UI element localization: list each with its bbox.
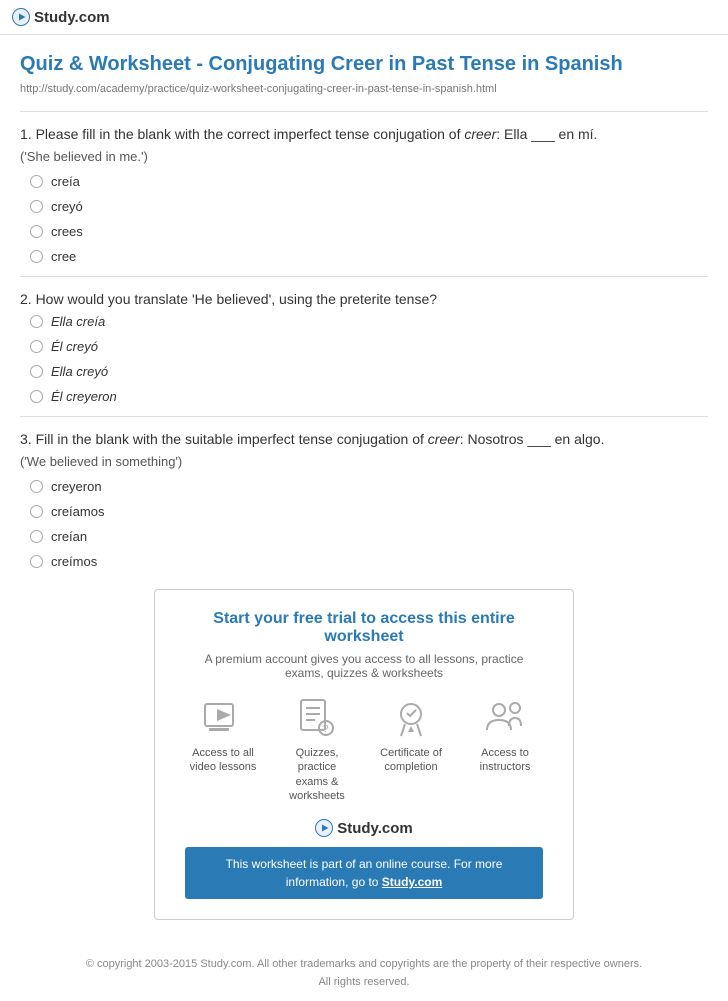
q2-option-1-label: Ella creía [51,314,105,329]
question-3: 3. Fill in the blank with the suitable i… [20,429,708,569]
q3-option-4-label: creímos [51,554,97,569]
cta-banner: This worksheet is part of an online cour… [185,847,543,899]
q1-option-4[interactable]: cree [30,249,708,264]
cta-title: Start your free trial to access this ent… [185,610,543,646]
question-1-subtext: ('She believed in me.') [20,149,708,164]
question-2-options: Ella creía Él creyó Ella creyó Él creyer… [20,314,708,404]
q3-suffix: : Nosotros ___ en algo. [460,431,605,447]
divider-top [20,111,708,112]
footer: © copyright 2003-2015 Study.com. All oth… [0,946,728,1001]
q2-text: 2. How would you translate 'He believed'… [20,291,437,307]
question-1-text: 1. Please fill in the blank with the cor… [20,124,708,145]
q3-option-1[interactable]: creyeron [30,479,708,494]
cta-banner-link[interactable]: Study.com [382,875,442,889]
q2-option-4-label: Él creyeron [51,389,117,404]
q3-option-3-label: creían [51,529,87,544]
q2-option-2[interactable]: Él creyó [30,339,708,354]
main-content: Quiz & Worksheet - Conjugating Creer in … [0,35,728,946]
q1-option-3[interactable]: crees [30,224,708,239]
footer-line2: All rights reserved. [20,974,708,992]
q2-option-3-label: Ella creyó [51,364,108,379]
cta-icon-quiz: ? Quizzes, practiceexams & worksheets [282,696,352,803]
cta-box: Start your free trial to access this ent… [154,589,574,920]
divider-q1-q2 [20,276,708,277]
cta-play-icon [315,819,333,837]
radio-q3-2[interactable] [30,505,43,518]
q1-suffix: : Ella ___ en mí. [496,126,597,142]
q3-option-4[interactable]: creímos [30,554,708,569]
cta-instructor-label: Access toinstructors [480,746,531,775]
cta-certificate-label: Certificate ofcompletion [380,746,442,775]
question-3-options: creyeron creíamos creían creímos [20,479,708,569]
radio-q3-3[interactable] [30,530,43,543]
q1-option-3-label: crees [51,224,83,239]
svg-text:?: ? [323,724,329,735]
q1-option-2[interactable]: creyó [30,199,708,214]
cta-icons-row: Access to allvideo lessons ? [185,696,543,803]
radio-q1-1[interactable] [30,175,43,188]
play-circle-icon [12,8,30,26]
logo-text: Study.com [34,9,110,26]
question-2-text: 2. How would you translate 'He believed'… [20,289,708,310]
q1-option-1-label: creía [51,174,80,189]
cta-quiz-label: Quizzes, practiceexams & worksheets [282,746,352,803]
q1-option-1[interactable]: creía [30,174,708,189]
q3-prefix: 3. Fill in the blank with the suitable i… [20,431,428,447]
question-2: 2. How would you translate 'He believed'… [20,289,708,404]
instructor-icon [483,696,527,740]
q1-option-4-label: cree [51,249,76,264]
q2-option-4[interactable]: Él creyeron [30,389,708,404]
radio-q2-3[interactable] [30,365,43,378]
q3-option-1-label: creyeron [51,479,102,494]
question-1: 1. Please fill in the blank with the cor… [20,124,708,264]
radio-q2-4[interactable] [30,390,43,403]
logo[interactable]: Study.com [12,8,110,26]
q2-option-2-label: Él creyó [51,339,98,354]
q2-option-1[interactable]: Ella creía [30,314,708,329]
cta-icon-certificate: Certificate ofcompletion [376,696,446,803]
video-icon [201,696,245,740]
cta-banner-text: This worksheet is part of an online cour… [226,857,503,889]
radio-q2-1[interactable] [30,315,43,328]
header: Study.com [0,0,728,35]
page-title: Quiz & Worksheet - Conjugating Creer in … [20,51,708,77]
radio-q2-2[interactable] [30,340,43,353]
cta-logo: Study.com [185,819,543,837]
q3-option-2[interactable]: creíamos [30,504,708,519]
q1-option-2-label: creyó [51,199,83,214]
cta-container: Start your free trial to access this ent… [20,589,708,920]
q3-option-3[interactable]: creían [30,529,708,544]
radio-q3-4[interactable] [30,555,43,568]
page-url: http://study.com/academy/practice/quiz-w… [20,83,708,95]
quiz-icon: ? [295,696,339,740]
cta-icon-instructor: Access toinstructors [470,696,540,803]
cta-video-label: Access to allvideo lessons [190,746,257,775]
q1-italic: creer [464,126,496,142]
radio-q1-4[interactable] [30,250,43,263]
cta-icon-video: Access to allvideo lessons [188,696,258,803]
question-1-options: creía creyó crees cree [20,174,708,264]
radio-q1-2[interactable] [30,200,43,213]
q3-option-2-label: creíamos [51,504,104,519]
cta-logo-text: Study.com [337,820,413,837]
question-3-subtext: ('We believed in something') [20,454,708,469]
footer-line1: © copyright 2003-2015 Study.com. All oth… [20,956,708,974]
cta-subtitle: A premium account gives you access to al… [185,652,543,680]
radio-q1-3[interactable] [30,225,43,238]
divider-q2-q3 [20,416,708,417]
question-3-text: 3. Fill in the blank with the suitable i… [20,429,708,450]
q1-prefix: 1. Please fill in the blank with the cor… [20,126,464,142]
certificate-icon [389,696,433,740]
radio-q3-1[interactable] [30,480,43,493]
q3-italic: creer [428,431,460,447]
q2-option-3[interactable]: Ella creyó [30,364,708,379]
